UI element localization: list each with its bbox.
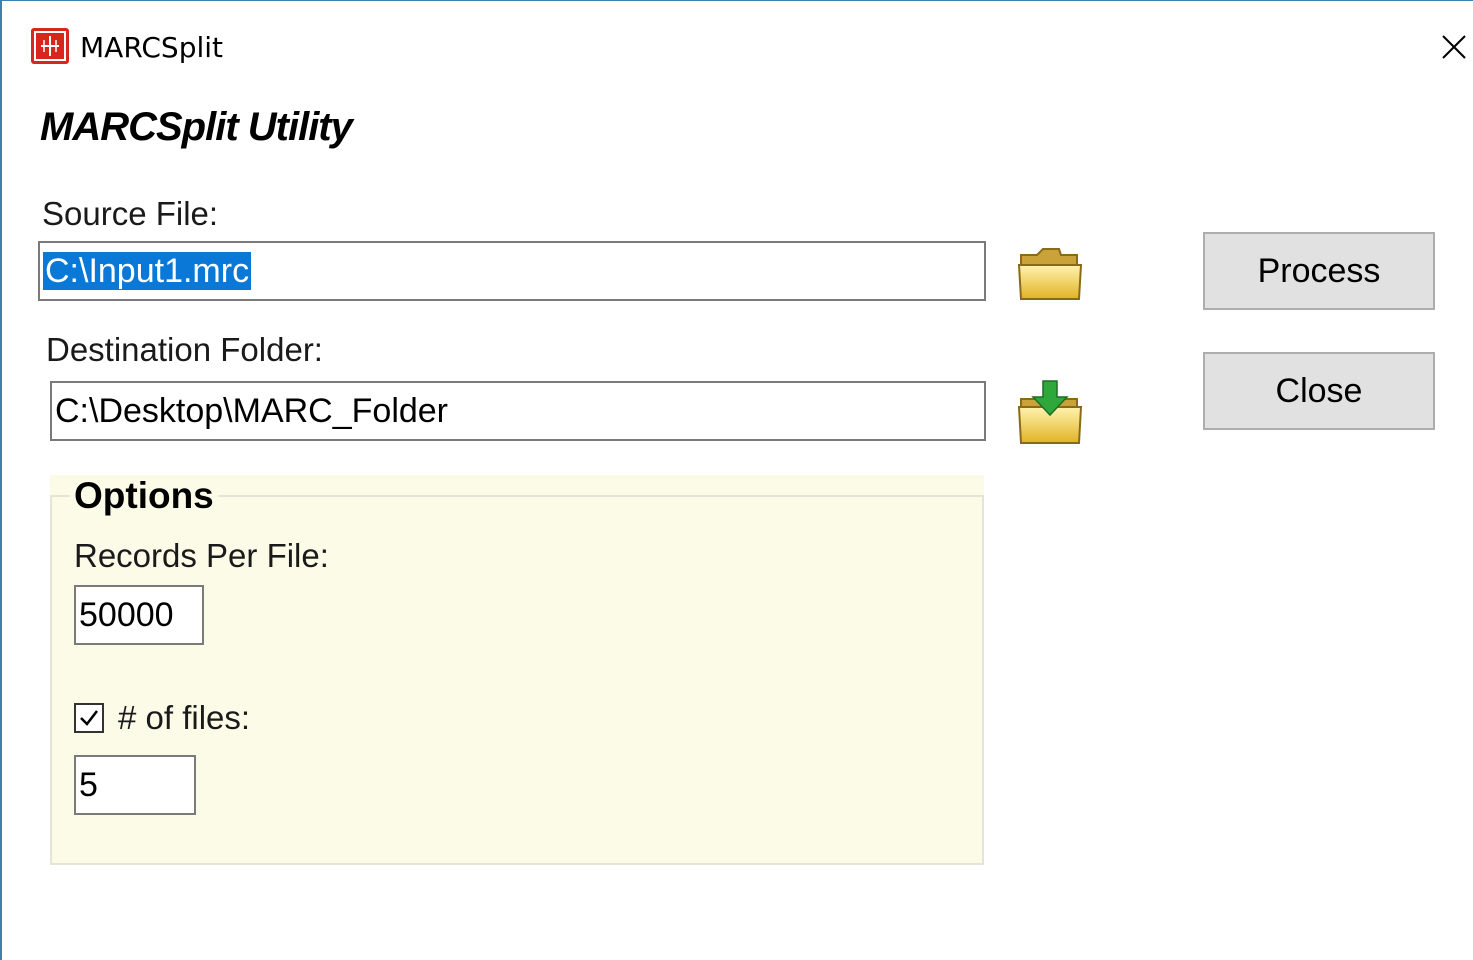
close-button[interactable]: Close xyxy=(1203,352,1435,430)
title-bar: MARCSplit xyxy=(2,1,1473,91)
marcsplit-window: MARCSplit MARCSplit Utility Source File:… xyxy=(0,0,1473,960)
source-file-value: C:\Input1.mrc xyxy=(43,252,252,290)
process-button[interactable]: Process xyxy=(1203,232,1435,310)
app-icon xyxy=(31,28,69,64)
source-file-input[interactable]: C:\Input1.mrc xyxy=(38,241,986,301)
options-group: Options Records Per File: 50000 # of fil… xyxy=(50,475,984,865)
num-files-input[interactable]: 5 xyxy=(74,755,196,815)
records-per-file-label: Records Per File: xyxy=(74,537,329,574)
num-files-checkbox[interactable] xyxy=(74,703,104,733)
records-per-file-input[interactable]: 50000 xyxy=(74,585,204,645)
num-files-label: # of files: xyxy=(118,699,251,736)
download-folder-icon xyxy=(1017,380,1083,444)
options-legend: Options xyxy=(70,475,218,517)
window-close-icon[interactable] xyxy=(1438,31,1470,63)
utility-heading: MARCSplit Utility xyxy=(40,105,353,149)
destination-folder-input[interactable]: C:\Desktop\MARC_Folder xyxy=(50,381,986,441)
destination-folder-label: Destination Folder: xyxy=(46,331,323,368)
checkmark-icon xyxy=(80,710,98,726)
open-folder-icon xyxy=(1017,248,1083,300)
source-browse-button[interactable] xyxy=(1015,241,1085,307)
source-file-label: Source File: xyxy=(42,195,219,232)
destination-browse-button[interactable] xyxy=(1015,379,1085,445)
window-title: MARCSplit xyxy=(80,31,224,64)
